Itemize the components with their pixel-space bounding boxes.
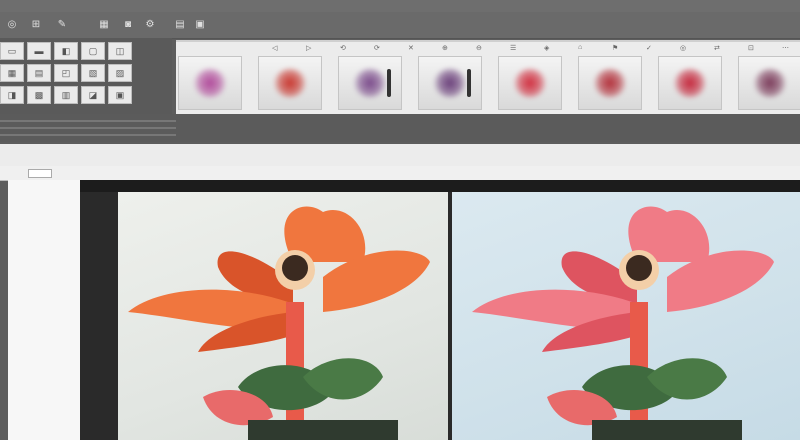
tool-cell-icon[interactable]: ▬ bbox=[27, 42, 51, 60]
filmstrip-toolbar: ◁ ▷ ⟲ ⟳ ✕ ⊕ ⊖ ☰ ◈ ⌂ ⚑ ✓ ◎ ⇄ ⊡ ⋯ bbox=[176, 44, 800, 54]
filmstrip-tool-icon[interactable]: ☰ bbox=[510, 44, 516, 52]
thumbnail[interactable] bbox=[178, 56, 242, 110]
tool-cell-icon[interactable]: ▩ bbox=[27, 86, 51, 104]
filmstrip-tool-icon[interactable]: ⇄ bbox=[714, 44, 720, 52]
base bbox=[592, 420, 742, 440]
tool-cell-icon[interactable]: ▥ bbox=[54, 86, 78, 104]
options-field[interactable] bbox=[28, 169, 52, 178]
layers-icon[interactable]: ▦ bbox=[96, 16, 112, 32]
filmstrip-tool-icon[interactable]: ◈ bbox=[544, 44, 549, 52]
filmstrip-tool-icon[interactable]: ⋯ bbox=[782, 44, 789, 52]
filmstrip-tool-icon[interactable]: ✕ bbox=[408, 44, 414, 52]
thumbnail[interactable] bbox=[738, 56, 800, 110]
tool-cell-icon[interactable]: ▨ bbox=[108, 64, 132, 82]
flower-illustration-orange bbox=[128, 206, 430, 440]
brush-icon[interactable]: ✎ bbox=[54, 16, 70, 32]
base bbox=[248, 420, 398, 440]
filmstrip-tool-icon[interactable]: ⟳ bbox=[374, 44, 380, 52]
options-bar bbox=[0, 166, 800, 181]
thumbnail-preview bbox=[193, 68, 227, 98]
thumbnail-preview bbox=[753, 68, 787, 98]
thumbnail[interactable] bbox=[578, 56, 642, 110]
tool-cell-icon[interactable]: ▢ bbox=[81, 42, 105, 60]
flower-stamen bbox=[282, 255, 308, 281]
camera-icon[interactable]: ◙ bbox=[120, 16, 136, 32]
thumbnail[interactable] bbox=[338, 56, 402, 110]
settings-icon[interactable]: ⚙ bbox=[142, 16, 158, 32]
filmstrip-tool-icon[interactable]: ⚑ bbox=[612, 44, 618, 52]
image-icon[interactable]: ▣ bbox=[192, 16, 208, 32]
filmstrip-tool-icon[interactable]: ◁ bbox=[272, 44, 277, 52]
filmstrip-tool-icon[interactable]: ▷ bbox=[306, 44, 311, 52]
flower-illustration-pink bbox=[472, 206, 774, 440]
original-image[interactable] bbox=[118, 192, 448, 440]
thumbnail-preview bbox=[513, 68, 547, 98]
thumbnail[interactable] bbox=[658, 56, 722, 110]
tool-cell-icon[interactable]: ▧ bbox=[81, 64, 105, 82]
tool-cell-icon[interactable]: ▣ bbox=[108, 86, 132, 104]
move-icon[interactable]: ◎ bbox=[4, 16, 20, 32]
document-toolbar bbox=[0, 144, 800, 167]
thumbnail-marker bbox=[387, 69, 391, 97]
filmstrip-tool-icon[interactable]: ⊕ bbox=[442, 44, 448, 52]
tool-panel: ▭ ▬ ◧ ▢ ◫ ▦ ▤ ◰ ▧ ▨ ◨ ▩ ▥ ◪ ▣ bbox=[0, 38, 172, 118]
crop-icon[interactable]: ⊞ bbox=[28, 16, 44, 32]
thumbnail-marker bbox=[467, 69, 471, 97]
tool-cell-icon[interactable]: ◰ bbox=[54, 64, 78, 82]
document-sidebar bbox=[8, 180, 81, 440]
tool-cell-icon[interactable]: ◫ bbox=[108, 42, 132, 60]
panel-divider bbox=[0, 114, 800, 142]
editor-canvas[interactable] bbox=[80, 180, 800, 440]
tool-cell-icon[interactable]: ▭ bbox=[0, 42, 24, 60]
tool-cell-icon[interactable]: ◨ bbox=[0, 86, 24, 104]
tool-cell-icon[interactable]: ◧ bbox=[54, 42, 78, 60]
filmstrip-tool-icon[interactable]: ✓ bbox=[646, 44, 652, 52]
edited-image[interactable] bbox=[452, 192, 800, 440]
filmstrip-tool-icon[interactable]: ⟲ bbox=[340, 44, 346, 52]
tool-grid: ▭ ▬ ◧ ▢ ◫ ▦ ▤ ◰ ▧ ▨ ◨ ▩ ▥ ◪ ▣ bbox=[0, 42, 132, 104]
thumbnail[interactable] bbox=[498, 56, 562, 110]
thumbnail-preview bbox=[433, 68, 467, 98]
thumbnail-preview bbox=[353, 68, 387, 98]
tool-cell-icon[interactable]: ▦ bbox=[0, 64, 24, 82]
grid-icon[interactable]: ▤ bbox=[172, 16, 188, 32]
filmstrip-panel: ◁ ▷ ⟲ ⟳ ✕ ⊕ ⊖ ☰ ◈ ⌂ ⚑ ✓ ◎ ⇄ ⊡ ⋯ bbox=[176, 40, 800, 116]
title-bar bbox=[0, 0, 800, 12]
main-toolbar: ◎ ⊞ ✎ ▦ ◙ ⚙ ▤ ▣ bbox=[0, 12, 800, 39]
tool-cell-icon[interactable]: ◪ bbox=[81, 86, 105, 104]
filmstrip-tool-icon[interactable]: ⌂ bbox=[578, 44, 582, 51]
thumbnail[interactable] bbox=[418, 56, 482, 110]
canvas-header bbox=[80, 180, 800, 192]
filmstrip-tool-icon[interactable]: ◎ bbox=[680, 44, 686, 52]
thumbnail-preview bbox=[673, 68, 707, 98]
filmstrip-tool-icon[interactable]: ⊡ bbox=[748, 44, 754, 52]
tool-cell-icon[interactable]: ▤ bbox=[27, 64, 51, 82]
flower-stamen bbox=[626, 255, 652, 281]
thumbnail-preview bbox=[593, 68, 627, 98]
thumbnail-preview bbox=[273, 68, 307, 98]
thumbnail[interactable] bbox=[258, 56, 322, 110]
filmstrip-tool-icon[interactable]: ⊖ bbox=[476, 44, 482, 52]
